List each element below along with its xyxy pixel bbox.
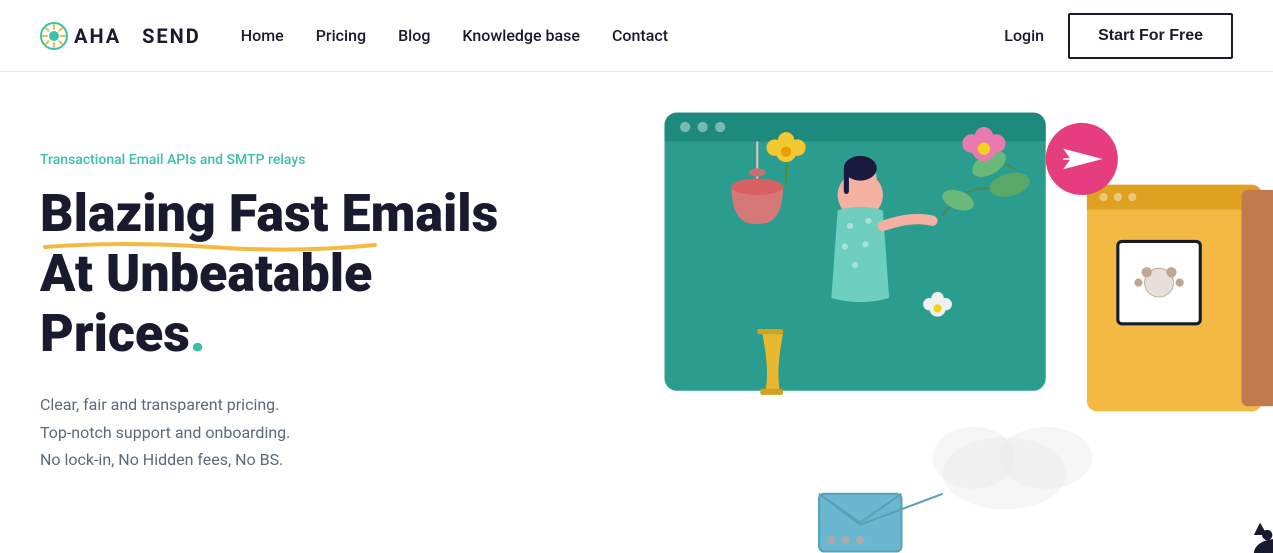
logo[interactable]: AHA SEND	[40, 22, 201, 50]
hero-content: Transactional Email APIs and SMTP relays…	[40, 132, 560, 473]
hero-title: Blazing Fast Emails At Unbeatable Prices…	[40, 184, 560, 363]
logo-icon	[40, 22, 68, 50]
nav-link-knowledge-base[interactable]: Knowledge base	[462, 26, 580, 45]
illustration-svg	[613, 92, 1273, 553]
hero-section: Transactional Email APIs and SMTP relays…	[0, 72, 1273, 553]
nav-item-pricing[interactable]: Pricing	[316, 26, 366, 45]
nav-link-pricing[interactable]: Pricing	[316, 26, 366, 45]
logo-aha: AHA	[74, 24, 121, 48]
start-free-button[interactable]: Start For Free	[1068, 13, 1233, 59]
title-dot: .	[190, 303, 206, 364]
hero-description: Clear, fair and transparent pricing. Top…	[40, 391, 560, 473]
nav-item-contact[interactable]: Contact	[612, 26, 668, 45]
navbar-left: AHA SEND Home Pricing Blog Knowledge bas…	[40, 22, 668, 50]
login-link[interactable]: Login	[1004, 26, 1044, 45]
navbar-right: Login Start For Free	[1004, 13, 1233, 59]
nav-item-home[interactable]: Home	[241, 26, 284, 45]
nav-item-knowledge-base[interactable]: Knowledge base	[462, 26, 580, 45]
hero-title-line3: Prices.	[40, 304, 560, 364]
nav-links: Home Pricing Blog Knowledge base Contact	[241, 26, 668, 45]
hero-illustration	[613, 92, 1273, 553]
logo-text: AHA SEND	[74, 24, 201, 48]
title-underline	[40, 238, 380, 252]
navbar: AHA SEND Home Pricing Blog Knowledge bas…	[0, 0, 1273, 72]
logo-send: SEND	[142, 24, 201, 48]
hero-tagline: Transactional Email APIs and SMTP relays	[40, 152, 560, 168]
hero-title-line2: At Unbeatable	[40, 244, 560, 304]
nav-link-blog[interactable]: Blog	[398, 26, 430, 45]
hero-title-line1: Blazing Fast Emails	[40, 184, 560, 244]
nav-link-contact[interactable]: Contact	[612, 26, 668, 45]
nav-link-home[interactable]: Home	[241, 26, 284, 45]
nav-item-blog[interactable]: Blog	[398, 26, 430, 45]
